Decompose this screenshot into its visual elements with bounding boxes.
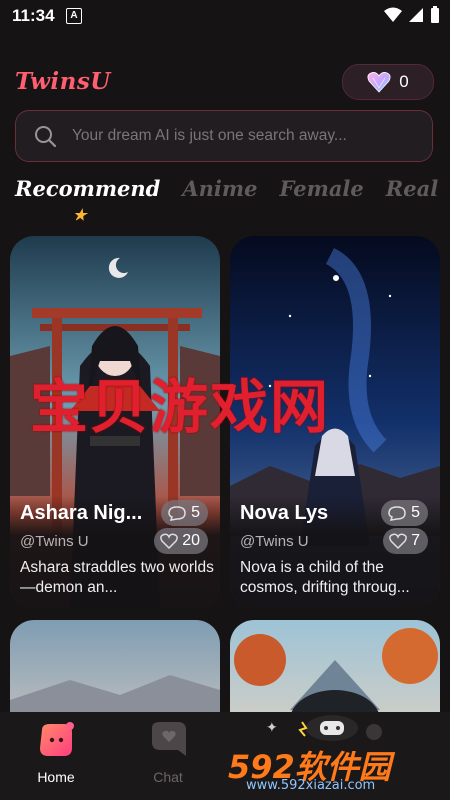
home-blob-icon (40, 722, 74, 756)
svg-text:✦: ✦ (266, 720, 278, 736)
character-author: @Twins U (240, 533, 309, 550)
tab-female[interactable]: Female (279, 176, 363, 216)
likes-count: 7 (411, 532, 420, 549)
views-badge: 5 (161, 500, 208, 526)
tab-recommend[interactable]: Recommend ★ (15, 176, 161, 224)
views-badge: 5 (381, 500, 428, 526)
coin-count: 0 (399, 72, 409, 91)
chat-bubble-icon (168, 506, 186, 521)
nav-chat-label: Chat (153, 769, 183, 785)
character-name: Ashara Nig... (20, 502, 143, 524)
likes-count: 20 (182, 532, 200, 549)
character-description: Nova is a child of the cosmos, drifting … (240, 559, 410, 596)
battery-icon (431, 6, 439, 23)
likes-badge: 20 (154, 528, 208, 554)
status-time: 11:34 (12, 6, 55, 25)
site-watermark: 592软件园 www.592xiazai.com (224, 738, 450, 800)
nav-chat[interactable]: Chat (128, 720, 208, 785)
app-header: TwinsU 0 (0, 60, 450, 106)
character-name: Nova Lys (240, 502, 329, 524)
signal-icon (409, 8, 423, 22)
status-icons (384, 6, 440, 24)
wifi-icon (384, 7, 402, 22)
search-input[interactable]: Your dream AI is just one search away... (72, 127, 347, 145)
status-bar: 11:34 A (0, 0, 450, 32)
notification-a-icon: A (66, 8, 82, 24)
heart-icon (389, 533, 407, 549)
coin-balance-button[interactable]: 0 (342, 64, 434, 100)
views-count: 5 (191, 504, 200, 521)
app-logo: TwinsU (15, 68, 111, 95)
nav-home[interactable]: Home (16, 720, 96, 785)
heart-icon (160, 533, 179, 549)
search-icon (35, 126, 56, 147)
active-star-icon: ★ (73, 206, 87, 224)
gem-heart-icon (367, 72, 391, 93)
tab-anime[interactable]: Anime (182, 176, 257, 216)
chat-icon (152, 722, 186, 756)
overlay-watermark-text: 宝贝游戏网 (30, 373, 331, 441)
watermark-url: www.592xiazai.com (246, 778, 376, 793)
character-author: @Twins U (20, 533, 89, 550)
likes-badge: 7 (383, 528, 428, 554)
search-bar[interactable]: Your dream AI is just one search away... (15, 110, 433, 162)
tab-real[interactable]: Real (386, 176, 438, 216)
category-tabs: Recommend ★ Anime Female Real (15, 176, 450, 224)
character-description: Ashara straddles two worlds—demon an... (20, 559, 214, 596)
chat-bubble-icon (388, 506, 406, 521)
views-count: 5 (411, 504, 420, 521)
nav-home-label: Home (37, 769, 75, 785)
tab-recommend-label: Recommend (15, 176, 161, 201)
